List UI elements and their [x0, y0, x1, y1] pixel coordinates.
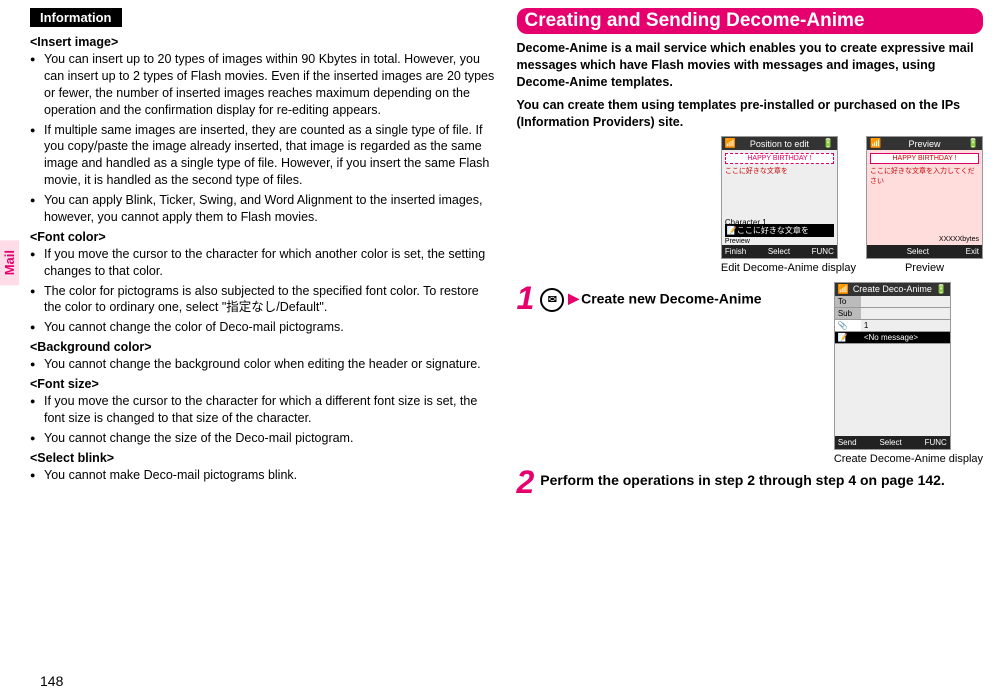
step-number-1: 1 — [517, 282, 535, 314]
page-number: 148 — [40, 673, 63, 689]
screenshot-row: 📶Position to edit🔋 HAPPY BIRTHDAY ! ここに好… — [517, 136, 984, 275]
section-header-creating-decome-anime: Creating and Sending Decome-Anime — [517, 8, 984, 34]
body-line: ここに好きな文章を — [725, 166, 834, 176]
softkey-right: FUNC — [925, 438, 947, 447]
bullet: The color for pictograms is also subject… — [30, 283, 497, 317]
row-sub: Sub — [835, 308, 861, 319]
softkey-right: Exit — [966, 247, 979, 256]
step-2-text: Perform the operations in step 2 through… — [540, 466, 983, 488]
information-header: Information — [30, 8, 122, 27]
bullet: If you move the cursor to the character … — [30, 246, 497, 280]
caption-edit: Edit Decome-Anime display — [721, 262, 856, 275]
shot-title: Preview — [908, 139, 940, 149]
side-tab-mail: Mail — [0, 240, 19, 285]
shot-title: Position to edit — [750, 139, 809, 149]
step-1-block: 📶Create Deco-Anime🔋 To Sub 📎1 📝<No messa… — [517, 282, 984, 466]
subhead-background-color: <Background color> — [30, 340, 497, 354]
subhead-font-color: <Font color> — [30, 230, 497, 244]
arrow-icon: ▶ — [568, 290, 579, 306]
right-column: Creating and Sending Decome-Anime Decome… — [517, 8, 984, 504]
preview-softkey: Preview — [725, 238, 750, 245]
happy-birthday-box: HAPPY BIRTHDAY ! — [725, 153, 834, 164]
section-background-color: <Background color> You cannot change the… — [30, 340, 497, 373]
bullet: You can apply Blink, Ticker, Swing, and … — [30, 192, 497, 226]
shot-title: Create Deco-Anime — [853, 284, 932, 294]
subhead-select-blink: <Select blink> — [30, 451, 497, 465]
step-1-text: Create new Decome-Anime — [581, 290, 762, 306]
bullet: You cannot change the background color w… — [30, 356, 497, 373]
bullet: If multiple same images are inserted, th… — [30, 122, 497, 190]
edit-decome-anime-screenshot: 📶Position to edit🔋 HAPPY BIRTHDAY ! ここに好… — [721, 136, 856, 275]
bullet: You cannot change the size of the Deco-m… — [30, 430, 497, 447]
subhead-insert-image: <Insert image> — [30, 35, 497, 49]
softkey-left: Send — [838, 438, 857, 447]
intro-paragraph-2: You can create them using templates pre-… — [517, 97, 984, 131]
bullet: You can insert up to 20 types of images … — [30, 51, 497, 119]
create-decome-anime-screenshot: 📶Create Deco-Anime🔋 To Sub 📎1 📝<No messa… — [834, 282, 983, 466]
section-font-color: <Font color> If you move the cursor to t… — [30, 230, 497, 336]
caption-create: Create Decome-Anime display — [834, 453, 983, 466]
size-label: XXXXXbytes — [939, 236, 979, 243]
subhead-font-size: <Font size> — [30, 377, 497, 391]
row-msg: <No message> — [861, 332, 950, 343]
step-number-2: 2 — [517, 466, 535, 498]
happy-birthday-box: HAPPY BIRTHDAY ! — [870, 153, 979, 164]
strip-text: ここに好きな文章を — [737, 226, 809, 235]
body-line: ここに好きな文章を入力してください — [870, 166, 979, 186]
section-insert-image: <Insert image> You can insert up to 20 t… — [30, 35, 497, 226]
softkey-mid: Select — [879, 438, 901, 447]
left-column: Information <Insert image> You can inser… — [30, 8, 497, 504]
row-to: To — [835, 296, 861, 307]
intro-paragraph-1: Decome-Anime is a mail service which ena… — [517, 40, 984, 91]
softkey-left: Finish — [725, 247, 746, 256]
softkey-right: FUNC — [812, 247, 834, 256]
step-2-block: 2 Perform the operations in step 2 throu… — [517, 466, 984, 498]
mail-icon: ✉ — [540, 288, 564, 312]
bullet: You cannot make Deco-mail pictograms bli… — [30, 467, 497, 484]
section-font-size: <Font size> If you move the cursor to th… — [30, 377, 497, 447]
section-select-blink: <Select blink> You cannot make Deco-mail… — [30, 451, 497, 484]
softkey-mid: Select — [768, 247, 790, 256]
bullet: If you move the cursor to the character … — [30, 393, 497, 427]
preview-screenshot: 📶Preview🔋 HAPPY BIRTHDAY ! ここに好きな文章を入力して… — [866, 136, 983, 275]
row-file: 1 — [861, 320, 950, 331]
caption-preview: Preview — [866, 262, 983, 275]
softkey-mid: Select — [907, 247, 929, 256]
bullet: You cannot change the color of Deco-mail… — [30, 319, 497, 336]
